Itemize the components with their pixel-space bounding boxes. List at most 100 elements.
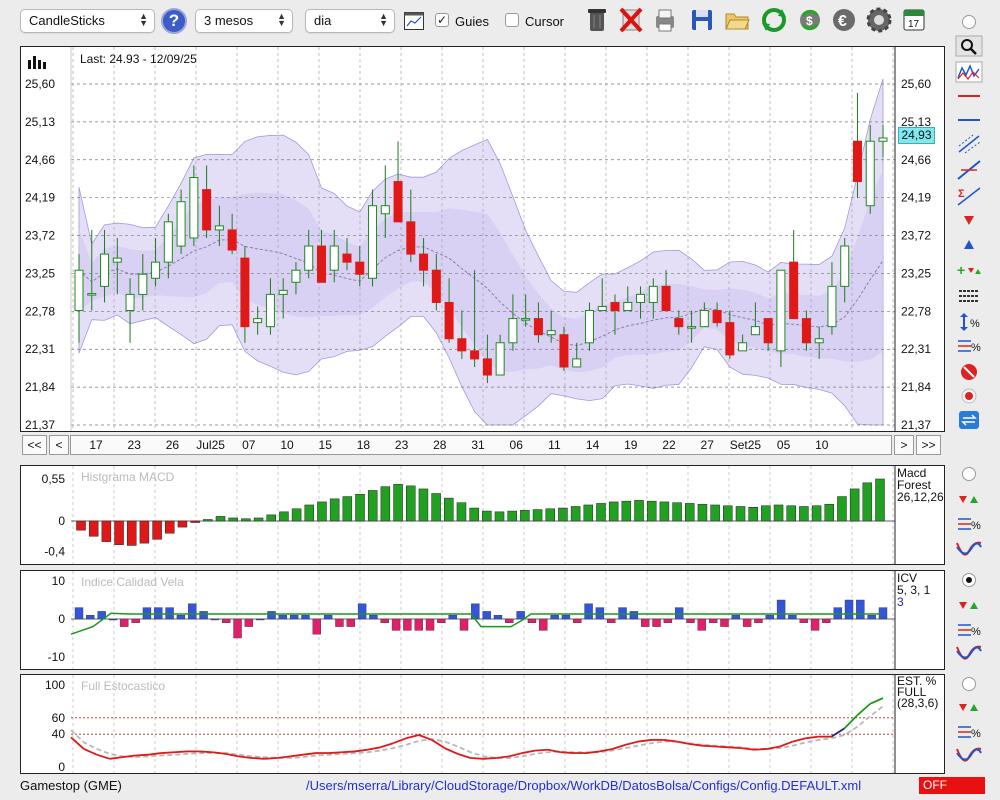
- icv-bar-negative: [527, 618, 537, 623]
- stoch-signals-icon[interactable]: [955, 697, 983, 719]
- period-select[interactable]: 3 mesos ▲ ▼: [195, 9, 293, 33]
- stop-icon[interactable]: [955, 361, 983, 383]
- x-tick-label: 28: [433, 438, 447, 452]
- euro-icon[interactable]: €: [830, 5, 858, 35]
- open-folder-icon[interactable]: [723, 5, 751, 35]
- icv-bar-positive: [289, 615, 299, 620]
- config-path-link[interactable]: /Users/mserra/Library/CloudStorage/Dropb…: [306, 778, 861, 793]
- nav-first-button[interactable]: <<: [22, 435, 47, 455]
- delete-icon[interactable]: [617, 5, 645, 35]
- y-tick-label: -10: [48, 650, 66, 664]
- candle-up: [750, 326, 760, 336]
- icv-percent-icon[interactable]: %: [955, 619, 983, 641]
- sync-dollar-icon[interactable]: $: [796, 5, 824, 35]
- stoch-radio[interactable]: [962, 677, 976, 691]
- zoom-icon[interactable]: [955, 35, 983, 57]
- macd-bar-positive: [304, 504, 315, 522]
- svg-text:%: %: [971, 626, 981, 638]
- stoch-legend: EST. % FULL (28,3,6): [897, 675, 945, 709]
- icv-legend-value: 3: [897, 595, 904, 609]
- save-icon[interactable]: [688, 5, 716, 35]
- y-tick-label-right: 24,19: [901, 191, 931, 205]
- icv-bar-negative: [822, 618, 831, 623]
- y-tick-label-right: 21,37: [901, 418, 931, 431]
- candle-down: [406, 221, 416, 255]
- x-tick-label: 26: [166, 438, 180, 452]
- nav-last-button[interactable]: >>: [916, 435, 941, 455]
- list-lines-icon[interactable]: [955, 285, 983, 307]
- macd-signals-icon[interactable]: [955, 489, 983, 511]
- candle-up: [380, 205, 390, 215]
- record-icon[interactable]: [955, 385, 983, 407]
- icv-bar-positive: [323, 615, 333, 620]
- y-tick-label: 0: [58, 612, 65, 626]
- icv-bar-positive: [255, 618, 265, 621]
- add-signal-icon[interactable]: +: [955, 259, 983, 281]
- icv-bar-positive: [731, 615, 740, 620]
- refresh-icon[interactable]: [760, 5, 788, 35]
- svg-text:€: €: [838, 13, 847, 30]
- arrow-up-blue-icon[interactable]: [955, 233, 983, 255]
- macd-bar-positive: [545, 508, 556, 522]
- chart-window-icon[interactable]: [404, 12, 424, 30]
- status-off-badge[interactable]: OFF: [919, 777, 985, 794]
- icv-bar-negative: [754, 618, 763, 623]
- percent-lines-icon[interactable]: %: [955, 335, 983, 357]
- icv-curve-icon[interactable]: [955, 643, 983, 665]
- macd-legend: Macd Forest 26,12,26: [897, 467, 945, 503]
- macd-bar-positive: [608, 501, 619, 522]
- nav-next-button[interactable]: >: [894, 435, 914, 455]
- macd-bar-negative: [177, 520, 188, 528]
- candle-down: [431, 269, 441, 303]
- swap-icon[interactable]: [955, 409, 983, 431]
- horizontal-line-blue-icon[interactable]: [955, 109, 983, 131]
- multi-chart-icon[interactable]: [955, 61, 983, 83]
- cursor-checkbox[interactable]: [505, 13, 519, 27]
- stoch-curve-icon[interactable]: [955, 745, 983, 767]
- macd-bar-positive: [621, 500, 632, 522]
- gear-icon[interactable]: [865, 5, 893, 35]
- macd-bar-positive: [317, 501, 327, 522]
- macd-curve-icon[interactable]: [955, 539, 983, 561]
- icv-bar-negative: [120, 618, 129, 627]
- macd-bar-positive: [735, 506, 746, 522]
- candle-up: [687, 326, 697, 329]
- macd-percent-icon[interactable]: %: [955, 513, 983, 535]
- scale-percent-icon[interactable]: %: [955, 311, 983, 333]
- macd-bar-positive: [418, 488, 429, 522]
- macd-bar-positive: [291, 508, 302, 522]
- candle-down: [457, 338, 467, 352]
- macd-bar-positive: [532, 509, 543, 522]
- icv-signals-icon[interactable]: [955, 595, 983, 617]
- icv-bar-positive: [550, 615, 559, 620]
- horizontal-line-red-icon[interactable]: [955, 85, 983, 107]
- help-button[interactable]: ?: [161, 8, 187, 34]
- chart-type-select[interactable]: CandleSticks ▲ ▼: [20, 9, 155, 33]
- nav-prev-button[interactable]: <: [49, 435, 69, 455]
- icv-bar-negative: [222, 618, 231, 623]
- y-tick-label: 0,55: [42, 472, 66, 486]
- stoch-fast-segment: [341, 750, 355, 754]
- candle-up: [840, 245, 850, 287]
- icv-radio[interactable]: [962, 573, 976, 587]
- calendar-icon[interactable]: 17: [900, 5, 928, 35]
- guides-checkbox[interactable]: ✓: [435, 13, 449, 27]
- icv-bar-negative: [459, 618, 469, 631]
- icv-bar-positive: [618, 607, 627, 620]
- arrow-down-red-icon[interactable]: [955, 209, 983, 231]
- macd-radio[interactable]: [962, 467, 976, 481]
- candle-up: [865, 140, 875, 207]
- print-icon[interactable]: [651, 5, 679, 35]
- y-tick-label: 60: [52, 711, 66, 725]
- fibonacci-icon[interactable]: Σ: [955, 185, 983, 207]
- candle-down: [725, 322, 735, 356]
- main-chart-radio[interactable]: [962, 15, 976, 29]
- date-axis[interactable]: 17 23 26 Jul25 07 10 15 18 23 28 31 06 11 14 19 22 27 Set…: [70, 435, 892, 455]
- interval-select[interactable]: dia ▲ ▼: [305, 9, 395, 33]
- stoch-percent-icon[interactable]: %: [955, 721, 983, 743]
- channel-tool-icon[interactable]: [955, 133, 983, 155]
- trend-line-icon[interactable]: [955, 159, 983, 181]
- icv-bar-negative: [607, 618, 616, 623]
- trash-icon[interactable]: [583, 5, 611, 35]
- period-value: 3 mesos: [204, 13, 254, 28]
